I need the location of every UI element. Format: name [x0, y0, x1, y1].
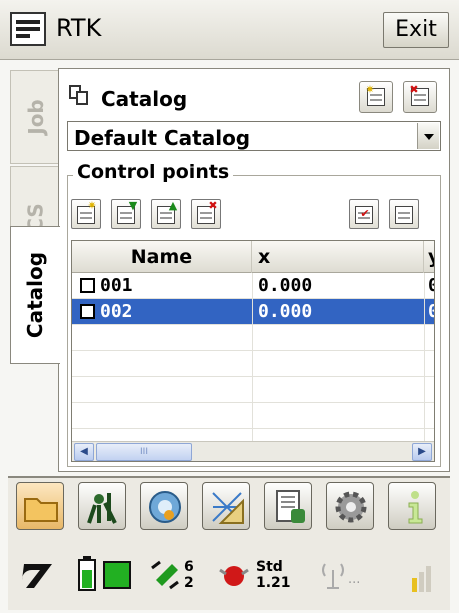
cell-x: 0.000 — [258, 301, 313, 322]
cell-y: 0 — [428, 299, 434, 325]
open-job-button[interactable] — [16, 482, 64, 530]
cell-y: 0 — [428, 273, 434, 299]
catalog-select[interactable]: Default Catalog — [67, 121, 441, 151]
new-catalog-button[interactable]: ✷ — [359, 81, 393, 113]
row-checkbox[interactable] — [80, 304, 95, 319]
position-status-icon — [218, 560, 252, 594]
delete-point-button[interactable]: ✖ — [191, 199, 221, 229]
horizontal-scrollbar[interactable]: ◀ III ▶ — [72, 441, 434, 461]
tab-job-label: Job — [23, 99, 48, 135]
catalog-title: Catalog — [101, 87, 188, 111]
column-divider — [424, 273, 425, 441]
new-point-button[interactable]: ✷ — [71, 199, 101, 229]
camera-icon — [149, 491, 181, 523]
exit-button[interactable]: Exit — [383, 12, 449, 48]
report-icon — [276, 490, 305, 523]
catalog-select-value: Default Catalog — [74, 126, 251, 150]
info-button[interactable] — [388, 482, 436, 530]
table-row[interactable]: 001 0.000 0 — [72, 273, 434, 299]
uncheck-all-button[interactable] — [389, 199, 419, 229]
column-divider — [252, 273, 253, 441]
export-points-button[interactable]: ▲ — [151, 199, 181, 229]
cell-name: 002 — [100, 301, 133, 322]
table-row-empty — [72, 351, 434, 377]
scroll-thumb[interactable]: III — [96, 443, 192, 461]
delete-catalog-button[interactable]: ✖ — [403, 81, 437, 113]
satellites-used: 6 — [184, 559, 194, 575]
tab-catalog-label: Catalog — [23, 251, 48, 339]
settings-icon — [335, 491, 367, 523]
start-menu-icon[interactable] — [10, 12, 46, 46]
import-points-button[interactable]: ▼ — [111, 199, 141, 229]
battery-icon — [76, 556, 98, 596]
gsm-signal-icon — [408, 558, 434, 598]
scroll-thumb-grip: III — [140, 447, 148, 457]
info-icon — [408, 491, 423, 524]
table-row-empty — [72, 377, 434, 403]
check-all-button[interactable]: ✔ — [349, 199, 379, 229]
side-tab-strip: Job CS Catalog — [10, 60, 60, 472]
table-header: Name x y — [72, 241, 434, 273]
table-row-empty — [72, 325, 434, 351]
tab-catalog[interactable]: Catalog — [10, 226, 60, 364]
scroll-right-icon[interactable]: ▶ — [412, 443, 432, 461]
table-row-empty — [72, 403, 434, 429]
logo-icon — [20, 558, 60, 596]
folder-icon — [24, 498, 58, 522]
satellite-icon — [150, 558, 180, 594]
title-bar: RTK Exit — [0, 0, 459, 60]
tab-job[interactable]: Job — [10, 70, 60, 164]
camera-button[interactable] — [140, 482, 188, 530]
control-points-label: Control points — [73, 161, 234, 183]
chevron-down-icon[interactable] — [417, 123, 439, 149]
points-table: Name x y 001 0.000 0 002 0.000 0 ◀ III — [71, 240, 435, 462]
table-row[interactable]: 002 0.000 0 — [72, 299, 434, 325]
catalog-icon — [69, 85, 91, 107]
uncheck-icon — [395, 206, 413, 224]
radio-status: ... — [348, 572, 361, 587]
row-checkbox[interactable] — [80, 278, 95, 293]
bottom-toolbar: 6 2 Std 1.21 ... — [8, 478, 450, 610]
column-header-name[interactable]: Name — [72, 241, 252, 273]
catalog-panel: Catalog ✷ ✖ Default Catalog Control poin… — [58, 68, 450, 472]
report-button[interactable] — [264, 482, 312, 530]
cogo-button[interactable] — [202, 482, 250, 530]
app-title: RTK — [56, 14, 102, 42]
survey-button[interactable] — [78, 482, 126, 530]
settings-button[interactable] — [326, 482, 374, 530]
memory-icon — [102, 560, 132, 594]
survey-icon — [87, 493, 117, 524]
solution-value: 1.21 — [256, 575, 291, 591]
column-header-y[interactable]: y — [424, 241, 434, 273]
cell-x: 0.000 — [258, 275, 313, 296]
column-header-x[interactable]: x — [252, 241, 424, 273]
cogo-icon — [212, 492, 244, 524]
solution-label: Std — [256, 559, 283, 575]
cell-name: 001 — [100, 275, 133, 296]
radio-icon — [320, 560, 346, 594]
catalog-header: Catalog ✷ ✖ — [67, 81, 437, 113]
satellites-tracked: 2 — [184, 575, 194, 591]
scroll-left-icon[interactable]: ◀ — [74, 443, 94, 461]
